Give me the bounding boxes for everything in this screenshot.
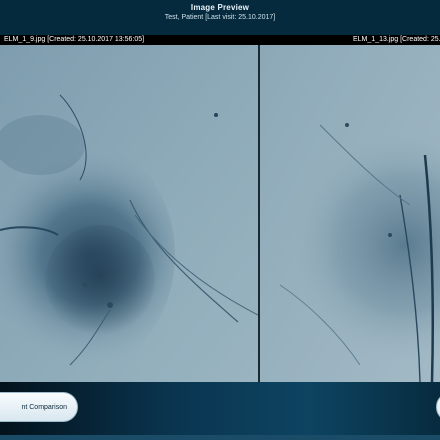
left-image-caption: ELM_1_9.jpg [Created: 25.10.2017 13:56:0… (4, 36, 145, 43)
comparison-button[interactable]: nt Comparison (0, 392, 78, 422)
right-image-caption: ELM_1_13.jpg [Created: 25.10.2017 13:56:… (353, 36, 440, 43)
image-caption-bar: ELM_1_9.jpg [Created: 25.10.2017 13:56:0… (0, 35, 440, 45)
left-image-pane[interactable] (0, 45, 258, 382)
left-dermoscopy-image[interactable] (0, 45, 258, 382)
right-image-pane[interactable] (260, 45, 440, 382)
footer-accent-line (0, 435, 440, 440)
window-title: Image Preview (190, 3, 250, 12)
header: Image Preview Test, Patient [Last visit:… (0, 0, 440, 35)
right-dermoscopy-image[interactable] (260, 45, 440, 382)
patient-subtitle: Test, Patient [Last visit: 25.10.2017] (164, 14, 276, 21)
image-viewer (0, 45, 440, 382)
image-preview-window: Image Preview Test, Patient [Last visit:… (0, 0, 440, 440)
